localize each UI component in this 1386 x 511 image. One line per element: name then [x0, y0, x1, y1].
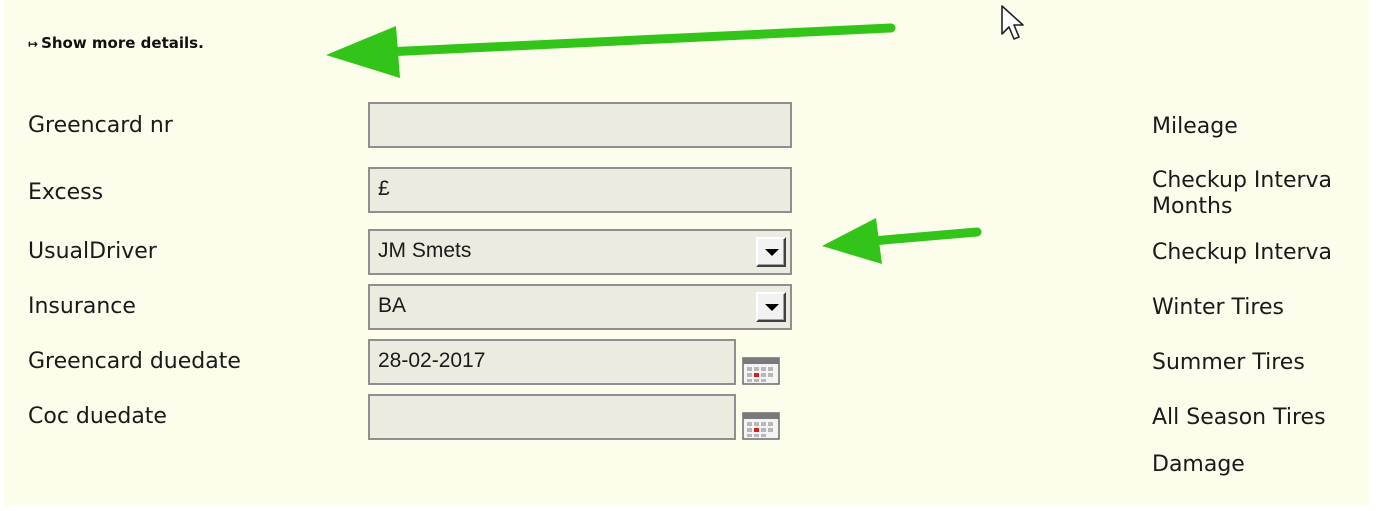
annotation-arrow-middle [822, 218, 982, 264]
details-panel: ↦ Show more details. Greencard nr Excess … [4, 0, 1370, 506]
annotation-arrow-top [326, 23, 896, 78]
annotation-arrows [326, 23, 982, 264]
mouse-pointer-icon [1001, 5, 1024, 40]
